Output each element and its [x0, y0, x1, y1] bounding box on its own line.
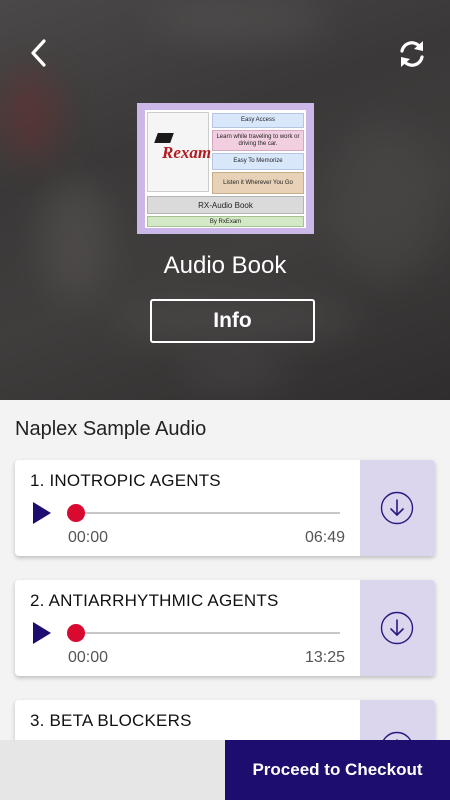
cover-feature-1: Easy Access — [212, 113, 304, 128]
duration: 13:25 — [304, 649, 345, 666]
track-card: 1. INOTROPIC AGENTS 00:00 06:49 — [15, 460, 435, 556]
cover-byline: By RxExam — [147, 216, 304, 227]
section-title: Naplex Sample Audio — [15, 418, 207, 440]
cover-feature-2: Learn while traveling to work or driving… — [212, 130, 304, 151]
cover-title: RX-Audio Book — [147, 196, 304, 214]
seek-thumb[interactable] — [67, 624, 85, 642]
cover-inner: Rexam Easy Access Learn while traveling … — [145, 110, 306, 228]
download-button[interactable] — [360, 460, 435, 556]
track-card: 2. ANTIARRHYTHMIC AGENTS 00:00 13:25 — [15, 580, 435, 676]
header-banner: Rexam Easy Access Learn while traveling … — [0, 0, 450, 400]
background-blur — [0, 70, 60, 160]
download-icon — [380, 611, 414, 645]
rexam-logo: Rexam — [147, 112, 212, 192]
cover-feature-4: Listen it Wherever You Go — [212, 172, 304, 194]
logo-text: Rexam — [162, 143, 212, 162]
track-title: 3. BETA BLOCKERS — [30, 711, 192, 730]
background-blur — [150, 0, 330, 40]
track-title: 2. ANTIARRHYTHMIC AGENTS — [30, 591, 279, 610]
graduation-cap-icon — [154, 133, 174, 143]
duration: 06:49 — [304, 529, 345, 546]
track-title: 1. INOTROPIC AGENTS — [30, 471, 221, 490]
book-title: Audio Book — [163, 252, 287, 279]
refresh-button[interactable] — [394, 36, 430, 72]
book-cover: Rexam Easy Access Learn while traveling … — [137, 103, 314, 234]
play-icon[interactable] — [33, 622, 51, 644]
seek-thumb[interactable] — [67, 504, 85, 522]
seek-bar[interactable] — [76, 512, 340, 514]
proceed-to-checkout-button[interactable]: Proceed to Checkout — [225, 740, 450, 800]
current-time: 00:00 — [68, 529, 109, 546]
refresh-icon — [400, 41, 424, 67]
current-time: 00:00 — [68, 649, 109, 666]
seek-bar[interactable] — [76, 632, 340, 634]
bottom-bar-empty — [0, 740, 225, 800]
back-arrow-icon — [31, 39, 46, 67]
background-blur — [40, 180, 110, 300]
play-icon[interactable] — [33, 502, 51, 524]
info-button[interactable]: Info — [150, 299, 315, 343]
back-button[interactable] — [24, 36, 56, 70]
download-button[interactable] — [360, 580, 435, 676]
download-icon — [380, 491, 414, 525]
cover-feature-3: Easy To Memorize — [212, 153, 304, 170]
background-blur — [180, 360, 290, 384]
